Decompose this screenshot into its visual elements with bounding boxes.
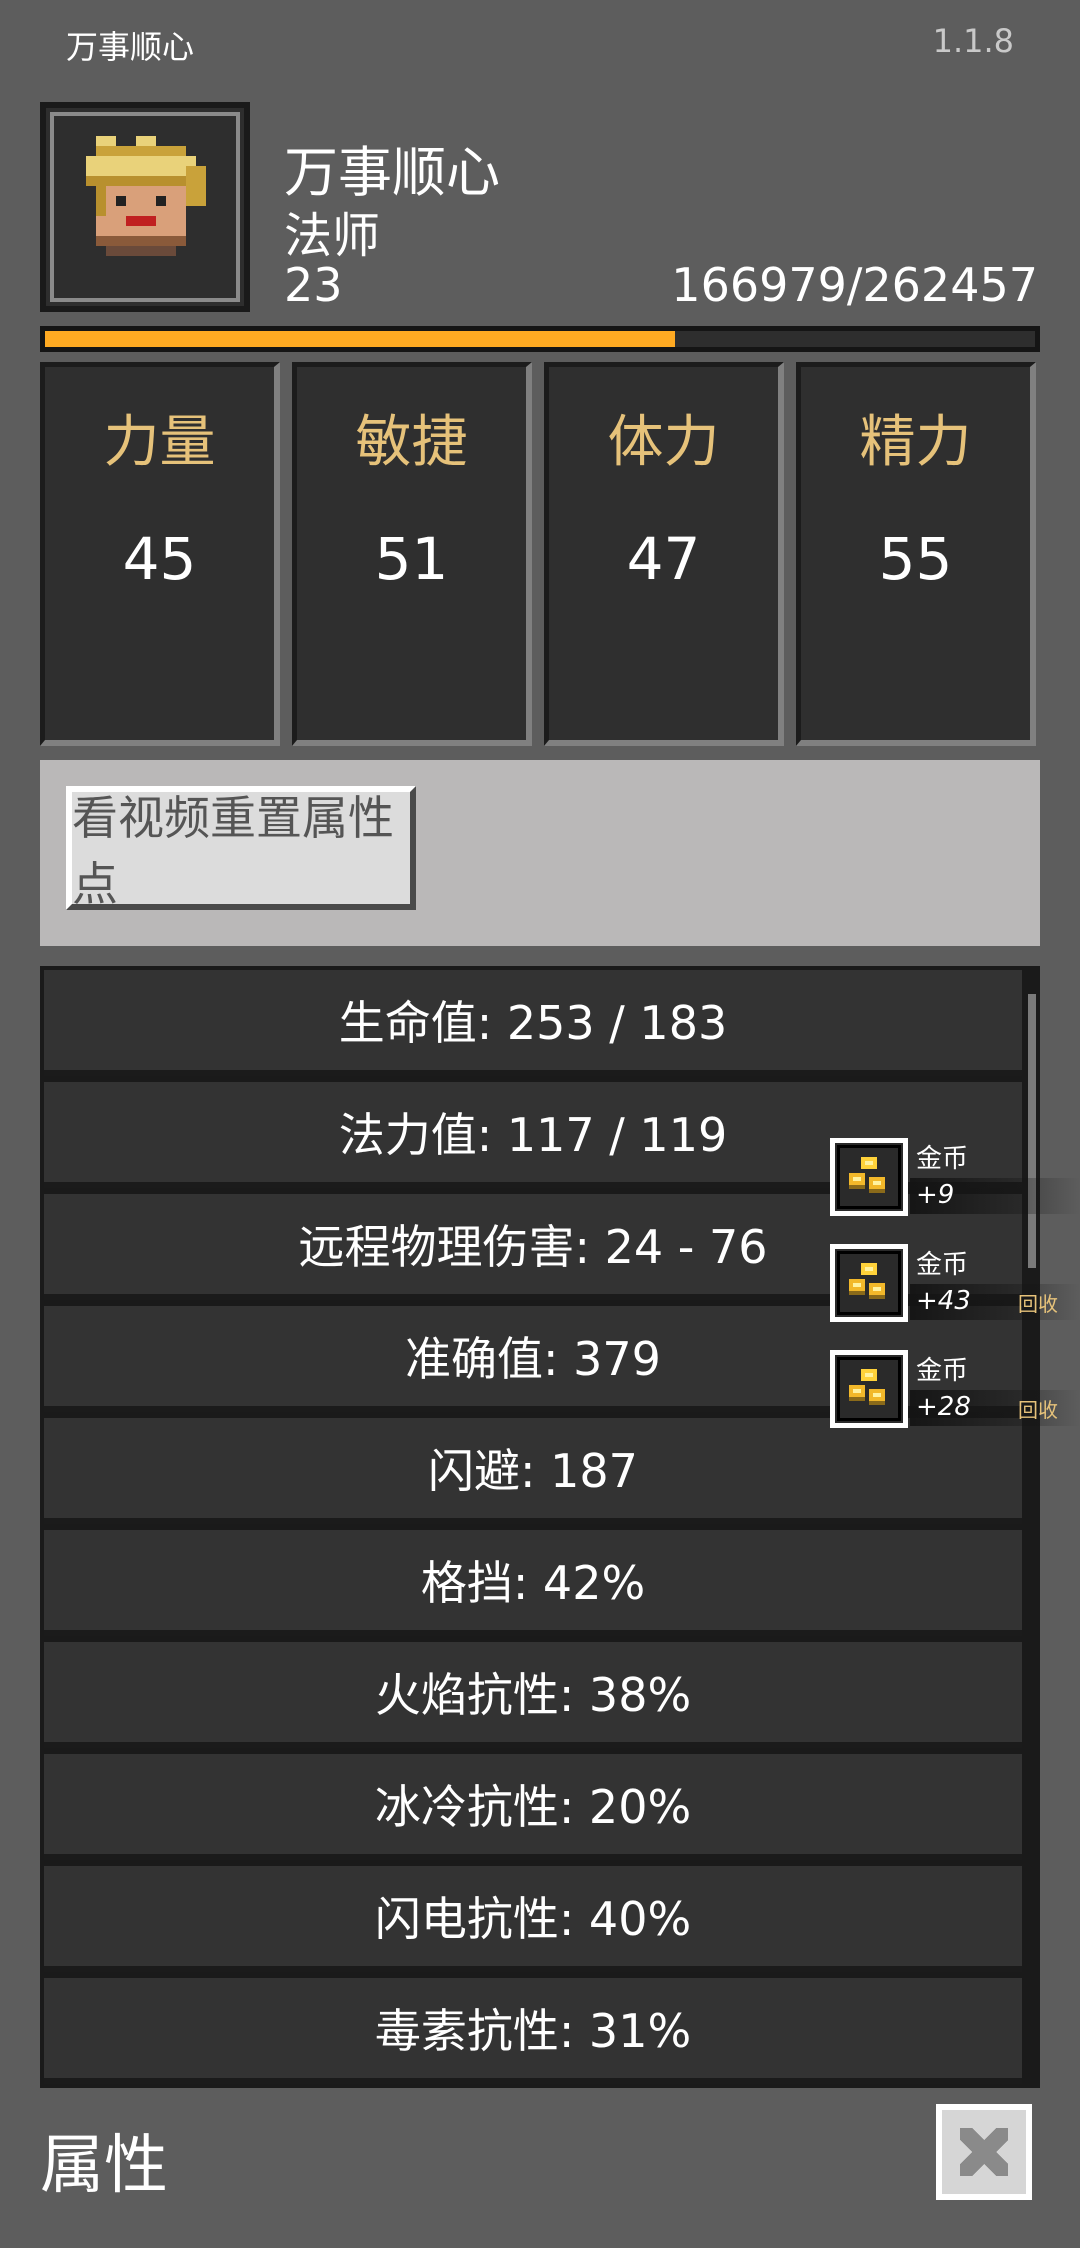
loot-notification[interactable]: 金币 +43 回收 [830, 1244, 1080, 1324]
stat-card-agility[interactable]: 敏捷 51 [292, 362, 532, 746]
exp-bar [40, 326, 1040, 352]
loot-notification[interactable]: 金币 +9 [830, 1138, 1080, 1218]
loot-name: 金币 [916, 1356, 969, 1386]
loot-amount: +43 [916, 1286, 971, 1316]
loot-amount: +28 [916, 1392, 971, 1422]
loot-amount: +9 [916, 1180, 955, 1210]
player-exp: 166979/262457 [671, 258, 1038, 312]
stat-name: 敏捷 [355, 410, 468, 475]
attribute-list[interactable]: 生命值: 253 / 183 法力值: 117 / 119 远程物理伤害: 24… [40, 966, 1040, 2088]
loot-name: 金币 [916, 1144, 969, 1174]
page-title: 属性 [40, 2129, 168, 2203]
stat-value: 47 [626, 525, 701, 593]
close-button[interactable] [936, 2104, 1032, 2200]
attribute-row: 闪避: 187 [44, 1418, 1022, 1524]
exp-bar-fill [45, 331, 675, 347]
version-label: 1.1.8 [932, 22, 1014, 60]
attribute-row: 毒素抗性: 31% [44, 1978, 1022, 2084]
stat-name: 力量 [103, 410, 216, 475]
gold-coins-icon [830, 1350, 908, 1428]
loot-name: 金币 [916, 1250, 969, 1280]
gold-coins-icon [830, 1138, 908, 1216]
stat-value: 51 [374, 525, 449, 593]
reset-panel: 看视频重置属性点 [40, 760, 1040, 946]
player-level: 23 [284, 258, 343, 312]
stat-card-vitality[interactable]: 体力 47 [544, 362, 784, 746]
stat-card-energy[interactable]: 精力 55 [796, 362, 1036, 746]
attribute-row: 冰冷抗性: 20% [44, 1754, 1022, 1860]
loot-recycle-button[interactable]: 回收 [1018, 1394, 1058, 1423]
attribute-row: 闪电抗性: 40% [44, 1866, 1022, 1972]
avatar[interactable] [40, 102, 250, 312]
player-class: 法师 [284, 208, 381, 264]
gold-coins-icon [830, 1244, 908, 1322]
reset-attributes-button[interactable]: 看视频重置属性点 [66, 786, 416, 911]
stat-name: 精力 [859, 410, 972, 475]
stat-value: 45 [122, 525, 197, 593]
attribute-row: 生命值: 253 / 183 [44, 970, 1022, 1076]
stat-value: 55 [878, 525, 953, 593]
attribute-row: 格挡: 42% [44, 1530, 1022, 1636]
close-x-icon [960, 2128, 1008, 2176]
app-title: 万事顺心 [66, 28, 195, 66]
loot-notification[interactable]: 金币 +28 回收 [830, 1350, 1080, 1430]
scrollbar-thumb[interactable] [1028, 994, 1036, 1268]
mage-portrait-icon [86, 136, 206, 256]
loot-recycle-button[interactable]: 回收 [1018, 1288, 1058, 1317]
attribute-row: 火焰抗性: 38% [44, 1642, 1022, 1748]
stat-card-strength[interactable]: 力量 45 [40, 362, 280, 746]
stat-name: 体力 [607, 410, 720, 475]
